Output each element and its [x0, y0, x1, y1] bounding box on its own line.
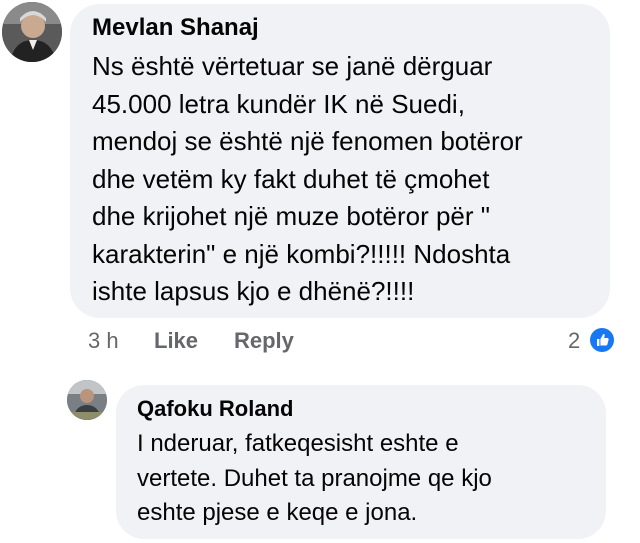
like-button[interactable]: Like [154, 328, 198, 354]
comment-author-name[interactable]: Mevlan Shanaj [92, 14, 259, 42]
like-icon [590, 328, 614, 352]
reply-author-avatar[interactable] [67, 380, 107, 420]
reaction-count: 2 [568, 328, 581, 353]
comment-author-avatar[interactable] [2, 2, 62, 62]
reply-author-name[interactable]: Qafoku Roland [137, 396, 293, 422]
reply-button[interactable]: Reply [234, 328, 294, 354]
comment-text: Ns është vërtetuar se janë dërguar 45.00… [92, 51, 523, 306]
comment-timestamp[interactable]: 3 h [88, 328, 119, 354]
reply-text: I nderuar, fatkeqesisht eshte e vertete.… [137, 430, 492, 526]
